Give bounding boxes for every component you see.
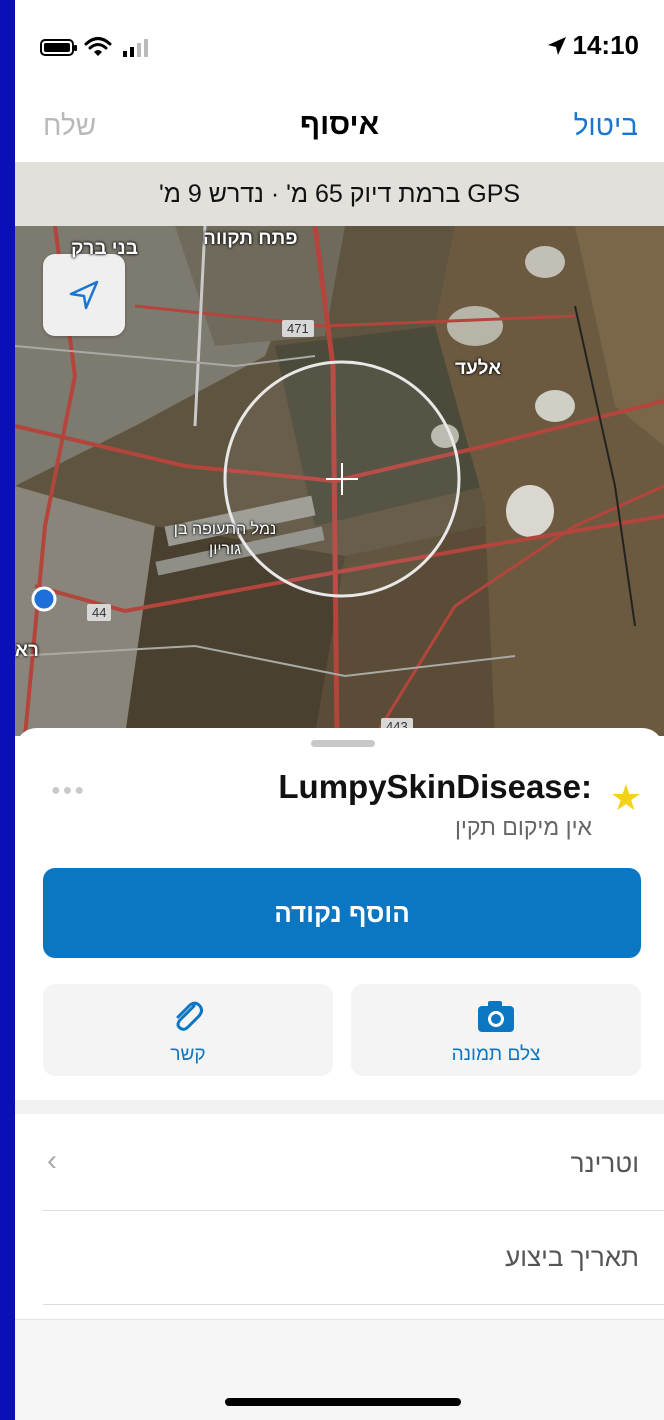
take-photo-button[interactable]: צלם תמונה	[351, 984, 641, 1076]
layer-name: LumpySkinDisease:	[278, 768, 592, 805]
map-view[interactable]: פתח תקווה בני ברק אלעד נמל התעופה בן גור…	[15, 226, 664, 736]
status-icons	[40, 36, 152, 58]
map-label-bnei-brak: בני ברק	[71, 238, 138, 259]
section-divider	[15, 1100, 664, 1114]
my-location-button[interactable]	[43, 254, 125, 336]
cancel-button[interactable]: ביטול	[574, 110, 638, 142]
road-badge-471: 471	[282, 320, 314, 337]
more-options-icon[interactable]: ●●●	[51, 782, 86, 800]
chevron-left-icon: ‹	[47, 1144, 57, 1177]
signal-icon	[123, 39, 148, 57]
gps-accuracy-text: GPS ברמת דיוק 65 מ' · נדרש 9 מ'	[158, 180, 521, 208]
bottom-bar	[15, 1319, 664, 1420]
layer-location-status: אין מיקום תקין	[454, 814, 592, 840]
road-badge-44: 44	[87, 604, 112, 621]
field-label-execution-date: תאריך ביצוע	[505, 1242, 639, 1272]
bottom-sheet: ●●● LumpySkinDisease: אין מיקום תקין ★ ה…	[15, 728, 664, 1420]
field-row-veterinarian[interactable]: וטרינר ‹	[43, 1116, 664, 1211]
paperclip-icon	[176, 1001, 203, 1031]
field-label-veterinarian: וטרינר	[570, 1148, 639, 1178]
take-photo-label: צלם תמונה	[451, 1044, 541, 1065]
status-bar: 14:10	[15, 0, 664, 80]
map-label-elad: אלעד	[455, 358, 502, 379]
nav-bar: שלח איסוף ביטול	[15, 80, 664, 162]
wifi-icon	[84, 37, 112, 56]
add-point-button[interactable]: הוסף נקודה	[43, 868, 641, 958]
sheet-drag-handle[interactable]	[311, 740, 375, 747]
navigation-arrow-icon	[69, 280, 99, 310]
map-label-airport: נמל התעופה בן גוריון	[173, 521, 277, 558]
field-row-execution-date[interactable]: תאריך ביצוע	[43, 1210, 664, 1305]
map-label-rishon: רא	[15, 640, 39, 661]
battery-icon	[40, 38, 77, 56]
home-indicator[interactable]	[225, 1398, 461, 1406]
attach-button[interactable]: קשר	[43, 984, 333, 1076]
star-icon[interactable]: ★	[610, 780, 642, 816]
map-label-petah-tikva: פתח תקווה	[203, 228, 298, 249]
location-arrow-icon	[547, 36, 566, 55]
page-title: איסוף	[299, 108, 380, 141]
status-time-group: 14:10	[547, 30, 640, 61]
attach-label: קשר	[170, 1044, 206, 1065]
gps-accuracy-banner: GPS ברמת דיוק 65 מ' · נדרש 9 מ'	[15, 162, 664, 226]
phone-screen: 14:10 שלח איסוף ביטול GPS ברמת דיוק 65 מ…	[15, 0, 664, 1420]
camera-icon	[478, 1001, 514, 1032]
status-time: 14:10	[572, 30, 640, 60]
